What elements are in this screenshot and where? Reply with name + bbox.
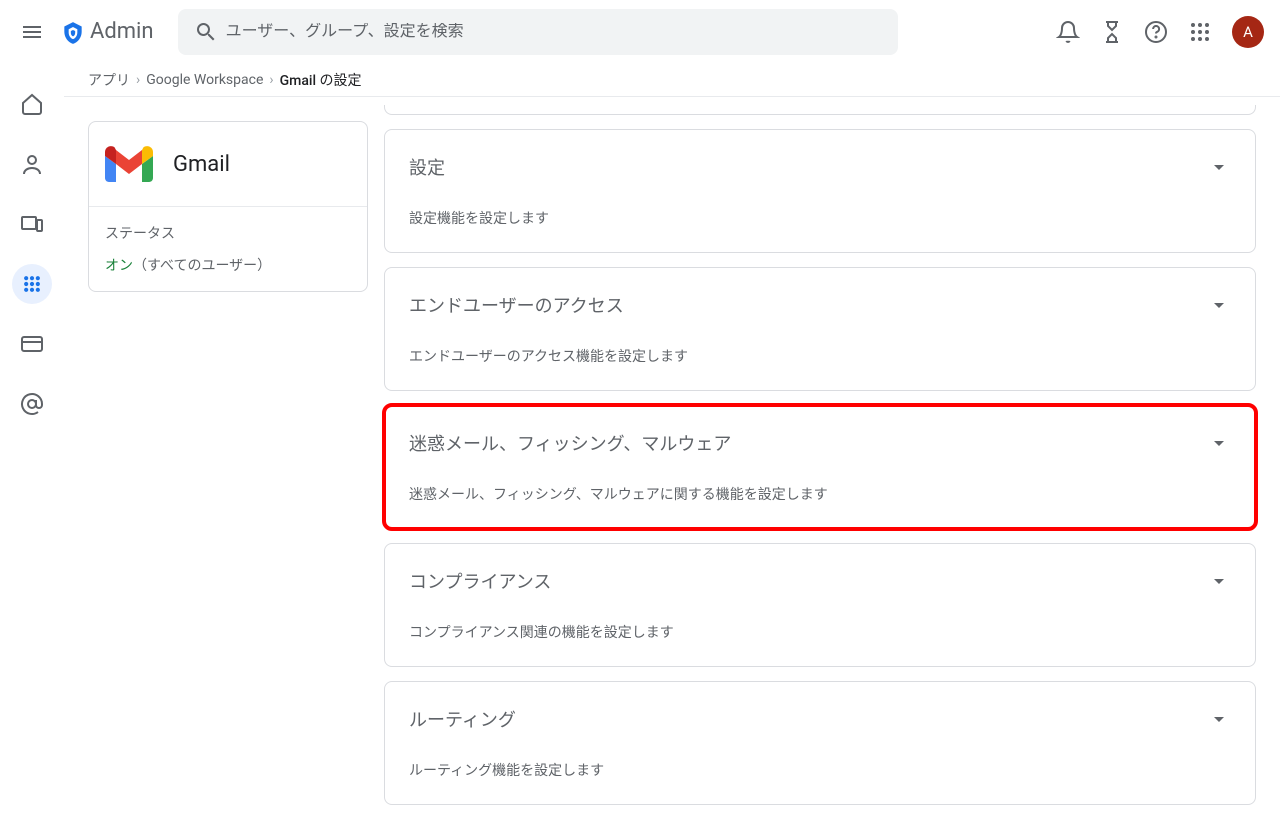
- account-avatar[interactable]: A: [1232, 16, 1264, 48]
- breadcrumb-workspace[interactable]: Google Workspace: [146, 72, 263, 88]
- side-nav: [0, 64, 64, 832]
- logo-text: Admin: [90, 19, 154, 44]
- main-menu-button[interactable]: [8, 8, 56, 56]
- section-desc: 迷惑メール、フィッシング、マルウェアに関する機能を設定します: [409, 484, 1231, 504]
- chevron-down-icon: [1207, 293, 1231, 317]
- chevron-down-icon: [1207, 431, 1231, 455]
- tasks-button[interactable]: [1092, 12, 1132, 52]
- status-value: オン（すべてのユーザー）: [105, 255, 351, 275]
- admin-logo-icon: [60, 20, 84, 44]
- chevron-down-icon: [1207, 569, 1231, 593]
- chevron-right-icon: ›: [269, 72, 273, 88]
- section-title: コンプライアンス: [409, 568, 551, 594]
- previous-section-edge: [384, 105, 1256, 115]
- credit-card-icon: [20, 332, 44, 356]
- section-title: ルーティング: [409, 706, 516, 732]
- section-routing[interactable]: ルーティング ルーティング機能を設定します: [384, 681, 1256, 805]
- nav-account[interactable]: [12, 384, 52, 424]
- search-bar[interactable]: [178, 9, 898, 55]
- app-header-bar: Admin A: [0, 0, 1280, 64]
- nav-devices[interactable]: [12, 204, 52, 244]
- section-title: 設定: [409, 154, 445, 180]
- apps-icon: [22, 274, 42, 294]
- person-icon: [20, 152, 44, 176]
- chevron-down-icon: [1207, 707, 1231, 731]
- nav-billing[interactable]: [12, 324, 52, 364]
- search-icon: [186, 12, 226, 52]
- notifications-button[interactable]: [1048, 12, 1088, 52]
- bell-icon: [1056, 20, 1080, 44]
- header-actions: A: [1048, 12, 1272, 52]
- status-scope: （すべてのユーザー）: [133, 258, 271, 274]
- section-desc: 設定機能を設定します: [409, 208, 1231, 228]
- help-icon: [1144, 20, 1168, 44]
- breadcrumb-apps[interactable]: アプリ: [88, 70, 130, 90]
- nav-directory[interactable]: [12, 144, 52, 184]
- app-title: Gmail: [173, 152, 230, 177]
- admin-logo[interactable]: Admin: [60, 19, 154, 44]
- devices-icon: [20, 212, 44, 236]
- chevron-down-icon: [1207, 155, 1231, 179]
- chevron-right-icon: ›: [136, 72, 140, 88]
- nav-apps[interactable]: [12, 264, 52, 304]
- app-info-card: Gmail ステータス オン（すべてのユーザー）: [88, 121, 368, 292]
- breadcrumb-current: Gmail の設定: [280, 70, 362, 90]
- section-desc: エンドユーザーのアクセス機能を設定します: [409, 346, 1231, 366]
- breadcrumb: アプリ › Google Workspace › Gmail の設定: [64, 64, 1280, 97]
- settings-sections: 設定 設定機能を設定します エンドユーザーのアクセス エンドユーザーのアクセス機…: [384, 105, 1256, 805]
- status-label: ステータス: [105, 223, 351, 243]
- section-compliance[interactable]: コンプライアンス コンプライアンス関連の機能を設定します: [384, 543, 1256, 667]
- section-title: 迷惑メール、フィッシング、マルウェア: [409, 430, 731, 456]
- help-button[interactable]: [1136, 12, 1176, 52]
- hourglass-icon: [1100, 20, 1124, 44]
- section-settings[interactable]: 設定 設定機能を設定します: [384, 129, 1256, 253]
- home-icon: [20, 92, 44, 116]
- at-sign-icon: [20, 392, 44, 416]
- status-on: オン: [105, 258, 133, 274]
- nav-home[interactable]: [12, 84, 52, 124]
- search-input[interactable]: [226, 23, 890, 41]
- section-title: エンドユーザーのアクセス: [409, 292, 624, 318]
- apps-launcher-button[interactable]: [1180, 12, 1220, 52]
- hamburger-icon: [20, 20, 44, 44]
- gmail-icon: [105, 146, 153, 182]
- apps-grid-icon: [1188, 20, 1212, 44]
- section-desc: コンプライアンス関連の機能を設定します: [409, 622, 1231, 642]
- section-spam-phishing-malware[interactable]: 迷惑メール、フィッシング、マルウェア 迷惑メール、フィッシング、マルウェアに関す…: [384, 405, 1256, 529]
- section-desc: ルーティング機能を設定します: [409, 760, 1231, 780]
- section-end-user-access[interactable]: エンドユーザーのアクセス エンドユーザーのアクセス機能を設定します: [384, 267, 1256, 391]
